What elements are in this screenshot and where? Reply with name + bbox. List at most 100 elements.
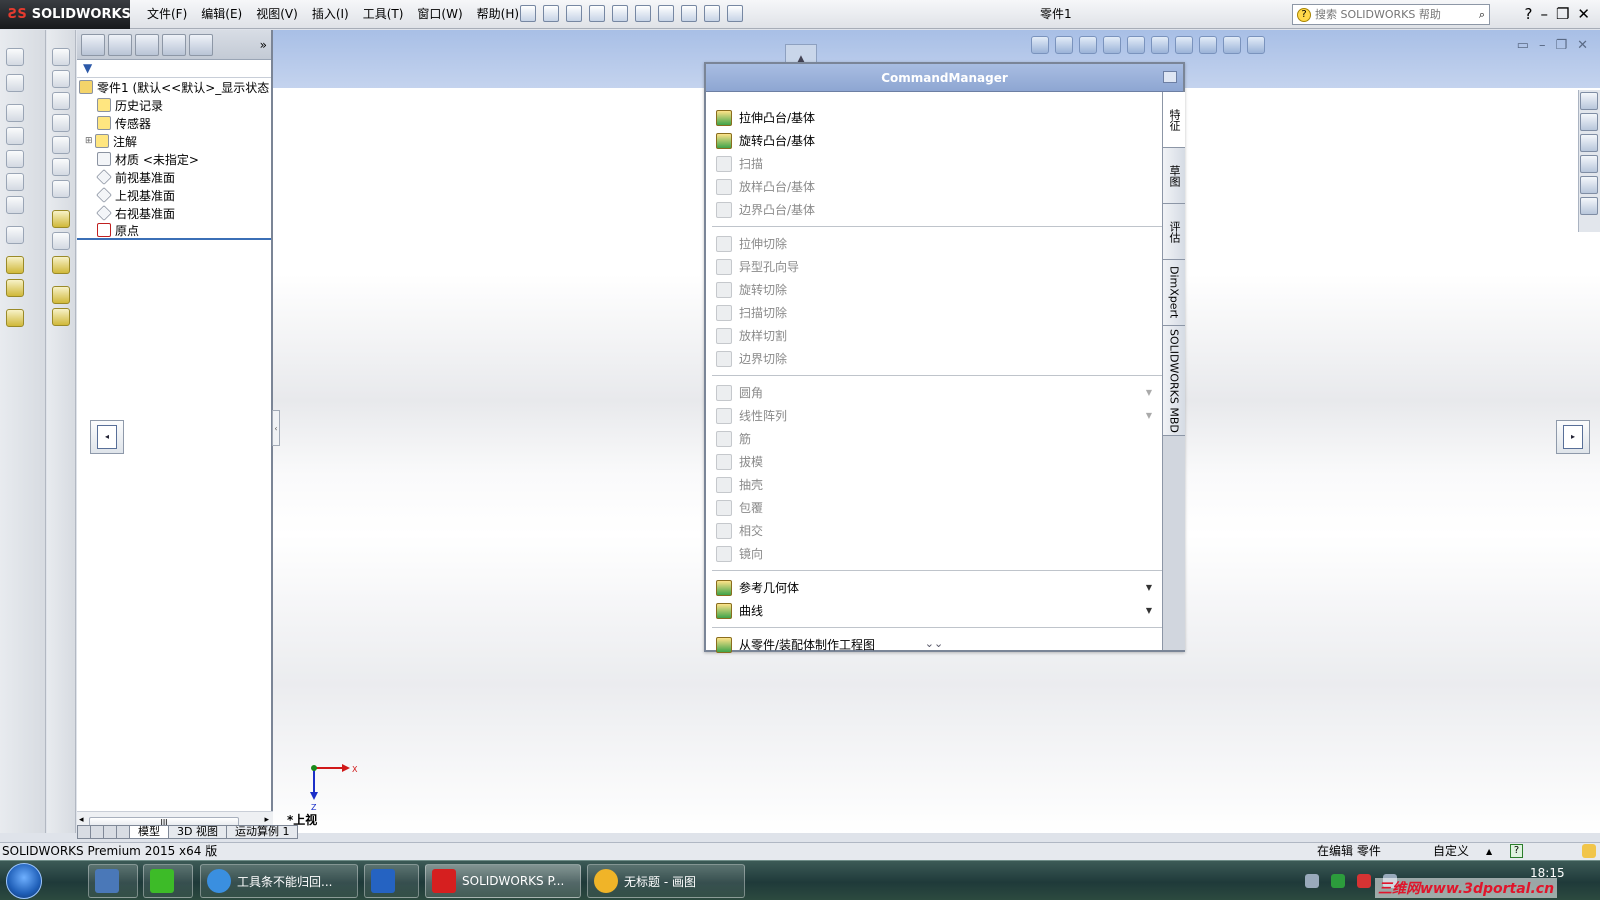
move-entities-icon[interactable] — [52, 256, 70, 274]
search-input[interactable] — [1315, 8, 1475, 21]
sweep-icon[interactable] — [6, 150, 24, 168]
menu-insert[interactable]: 插入(I) — [307, 0, 354, 29]
taskbar-ie-window[interactable]: 工具条不能归回... — [200, 864, 358, 898]
taskbar-paint[interactable]: 无标题 - 画图 — [587, 864, 745, 898]
section-view-icon[interactable] — [1103, 36, 1121, 54]
keyboard-icon[interactable] — [1305, 874, 1319, 888]
tab-prev-icon[interactable] — [90, 825, 104, 839]
cmd-shell[interactable]: 抽壳 — [706, 473, 1162, 496]
help-search-box[interactable]: ? ⌕ — [1292, 4, 1490, 25]
apply-scene-icon[interactable] — [1223, 36, 1241, 54]
restore-icon[interactable]: ❐ — [1556, 2, 1569, 26]
tab-last-icon[interactable] — [116, 825, 130, 839]
menu-tools[interactable]: 工具(T) — [358, 0, 409, 29]
display-style-icon[interactable] — [1151, 36, 1169, 54]
feature-tree-tab-icon[interactable] — [81, 34, 105, 56]
close-icon[interactable]: ✕ — [1577, 2, 1590, 26]
smart-dimension-icon[interactable] — [6, 74, 24, 92]
dropdown-arrow-icon[interactable]: ▼ — [1146, 411, 1152, 420]
network-icon[interactable] — [1357, 874, 1371, 888]
taskbar-iqiyi[interactable] — [143, 864, 193, 898]
tab-sketch[interactable]: 草图 — [1163, 148, 1185, 204]
scroll-right-icon[interactable]: ▸ — [264, 815, 269, 825]
derived-part-icon[interactable] — [52, 308, 70, 326]
cut-revolve-icon[interactable] — [52, 70, 70, 88]
file-explorer-icon[interactable] — [1580, 134, 1598, 152]
undo-icon[interactable] — [635, 5, 651, 22]
dropdown-arrow-icon[interactable]: ▼ — [1146, 388, 1152, 397]
cmd-mirror[interactable]: 镜向 — [706, 542, 1162, 565]
options-icon[interactable] — [727, 5, 743, 22]
cut-loft-icon[interactable] — [52, 114, 70, 132]
cmd-extruded-cut[interactable]: 拉伸切除 — [706, 232, 1162, 255]
view-settings-icon[interactable] — [1247, 36, 1265, 54]
cut-extrude-icon[interactable] — [52, 48, 70, 66]
sketch-icon[interactable] — [6, 48, 24, 66]
edit-sketch-icon[interactable] — [52, 210, 70, 228]
tab-model[interactable]: 模型 — [129, 825, 169, 839]
pattern-icon[interactable] — [6, 226, 24, 244]
dropdown-arrow-icon[interactable]: ▼ — [1146, 583, 1152, 592]
cmd-hole-wizard[interactable]: 异型孔向导 — [706, 255, 1162, 278]
fillet-icon[interactable] — [52, 136, 70, 154]
tab-solidworks-mbd[interactable]: SOLIDWORKS MBD — [1163, 326, 1185, 436]
tree-item-history[interactable]: 历史记录 — [77, 96, 271, 114]
doc-minimize-icon[interactable]: – — [1539, 38, 1546, 53]
unit-dropdown-icon[interactable]: ▲ — [1486, 843, 1492, 860]
filter-icon[interactable]: ▼ — [77, 60, 271, 78]
tree-item-front-plane[interactable]: 前视基准面 — [77, 168, 271, 186]
cut-sweep-icon[interactable] — [52, 92, 70, 110]
dock-icon[interactable] — [1163, 71, 1177, 83]
zoom-to-fit-icon[interactable] — [1031, 36, 1049, 54]
start-button[interactable] — [6, 863, 42, 899]
menu-help[interactable]: 帮助(H) — [472, 0, 524, 29]
insert-part-icon[interactable] — [52, 286, 70, 304]
rebuild-status-icon[interactable] — [1582, 844, 1596, 858]
appearances-icon[interactable] — [1580, 176, 1598, 194]
security-shield-icon[interactable] — [1331, 874, 1345, 888]
show-more-chevron-icon[interactable]: ⌄⌄ — [706, 637, 1162, 650]
cmd-curves[interactable]: 曲线 ▼ — [706, 599, 1162, 622]
tab-evaluate[interactable]: 评估 — [1163, 204, 1185, 260]
view-palette-icon[interactable] — [1580, 155, 1598, 173]
cmd-swept-boss[interactable]: 扫描 — [706, 152, 1162, 175]
display-manager-tab-icon[interactable] — [189, 34, 213, 56]
show-right-panel-button[interactable]: ▸ — [1556, 420, 1590, 454]
cmd-rib[interactable]: 筋 — [706, 427, 1162, 450]
tree-item-annotations[interactable]: ⊞ 注解 — [77, 132, 271, 150]
minimize-icon[interactable]: – — [1540, 2, 1548, 26]
tab-next-icon[interactable] — [103, 825, 117, 839]
expand-plus-icon[interactable]: ⊞ — [85, 136, 95, 146]
dropdown-arrow-icon[interactable]: ▼ — [1146, 606, 1152, 615]
menu-view[interactable]: 视图(V) — [251, 0, 303, 29]
expand-tabs-icon[interactable]: » — [260, 34, 267, 55]
instant3d-icon[interactable] — [6, 309, 24, 327]
cmd-boundary-cut[interactable]: 边界切除 — [706, 347, 1162, 370]
menu-file[interactable]: 文件(F) — [142, 0, 192, 29]
doc-restore-icon[interactable]: ❐ — [1555, 38, 1567, 53]
cmd-fillet[interactable]: 圆角 ▼ — [706, 381, 1162, 404]
cmd-revolved-boss[interactable]: 旋转凸台/基体 — [706, 129, 1162, 152]
curves-icon[interactable] — [6, 279, 24, 297]
tab-3d-view[interactable]: 3D 视图 — [168, 825, 227, 839]
cmd-extruded-boss[interactable]: 拉伸凸台/基体 — [706, 106, 1162, 129]
print-icon[interactable] — [612, 5, 628, 22]
hide-show-items-icon[interactable] — [1175, 36, 1193, 54]
rebuild-icon[interactable] — [681, 5, 697, 22]
tab-first-icon[interactable] — [77, 825, 91, 839]
zoom-area-icon[interactable] — [1055, 36, 1073, 54]
cmd-draft[interactable]: 拔模 — [706, 450, 1162, 473]
commandmanager-title-bar[interactable]: CommandManager — [706, 64, 1183, 92]
shell-icon[interactable] — [52, 158, 70, 176]
property-manager-tab-icon[interactable] — [108, 34, 132, 56]
configuration-manager-tab-icon[interactable] — [135, 34, 159, 56]
cmd-reference-geometry[interactable]: 参考几何体 ▼ — [706, 576, 1162, 599]
cmd-boundary-boss[interactable]: 边界凸台/基体 — [706, 198, 1162, 221]
doc-close-icon[interactable]: ✕ — [1577, 38, 1588, 53]
cmd-revolved-cut[interactable]: 旋转切除 — [706, 278, 1162, 301]
tree-item-right-plane[interactable]: 右视基准面 — [77, 204, 271, 222]
cmd-linear-pattern[interactable]: 线性阵列 ▼ — [706, 404, 1162, 427]
taskbar-solidworks[interactable]: SOLIDWORKS P... — [425, 864, 581, 898]
boundary-icon[interactable] — [6, 196, 24, 214]
taskbar-explorer[interactable] — [88, 864, 138, 898]
